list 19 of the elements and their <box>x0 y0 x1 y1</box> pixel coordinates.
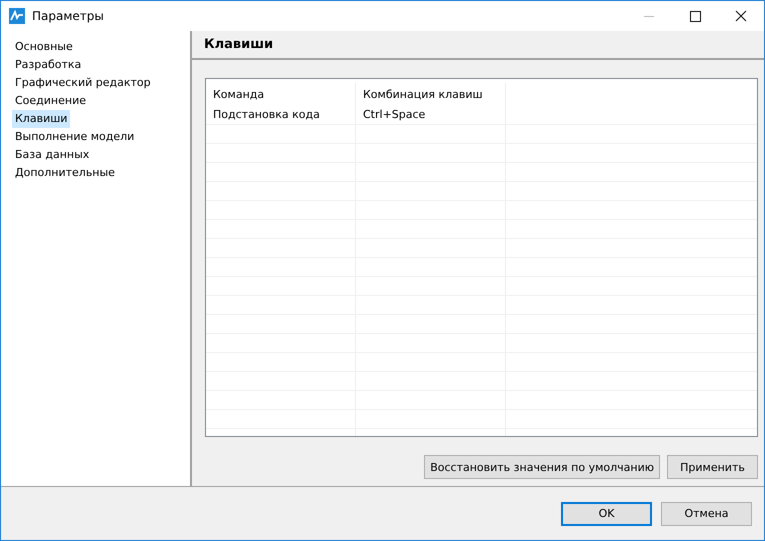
sidebar-item[interactable]: База данных <box>12 146 92 164</box>
window-title: Параметры <box>32 9 104 23</box>
column-header: Комбинация клавиш <box>356 83 506 105</box>
dialog-button[interactable]: Отмена <box>661 502 752 526</box>
sidebar-item[interactable]: Соединение <box>12 92 90 110</box>
sidebar-item[interactable]: Графический редактор <box>12 74 154 92</box>
sidebar-item[interactable]: Клавиши <box>12 110 70 128</box>
panel-button[interactable]: Восстановить значения по умолчанию <box>424 455 660 479</box>
app-logo-icon <box>9 8 25 24</box>
sidebar-item[interactable]: Дополнительные <box>12 164 118 182</box>
sidebar-item[interactable]: Выполнение модели <box>12 128 138 146</box>
sidebar-item[interactable]: Разработка <box>12 56 84 74</box>
table-cell: Подстановка кода <box>206 105 356 124</box>
column-header: Команда <box>206 83 356 105</box>
section-title: Клавиши <box>204 37 274 52</box>
sidebar-item[interactable]: Основные <box>12 38 76 56</box>
dialog-button[interactable]: OK <box>561 502 652 526</box>
table-cell: Ctrl+Space <box>356 105 506 124</box>
panel-button[interactable]: Применить <box>667 455 758 479</box>
